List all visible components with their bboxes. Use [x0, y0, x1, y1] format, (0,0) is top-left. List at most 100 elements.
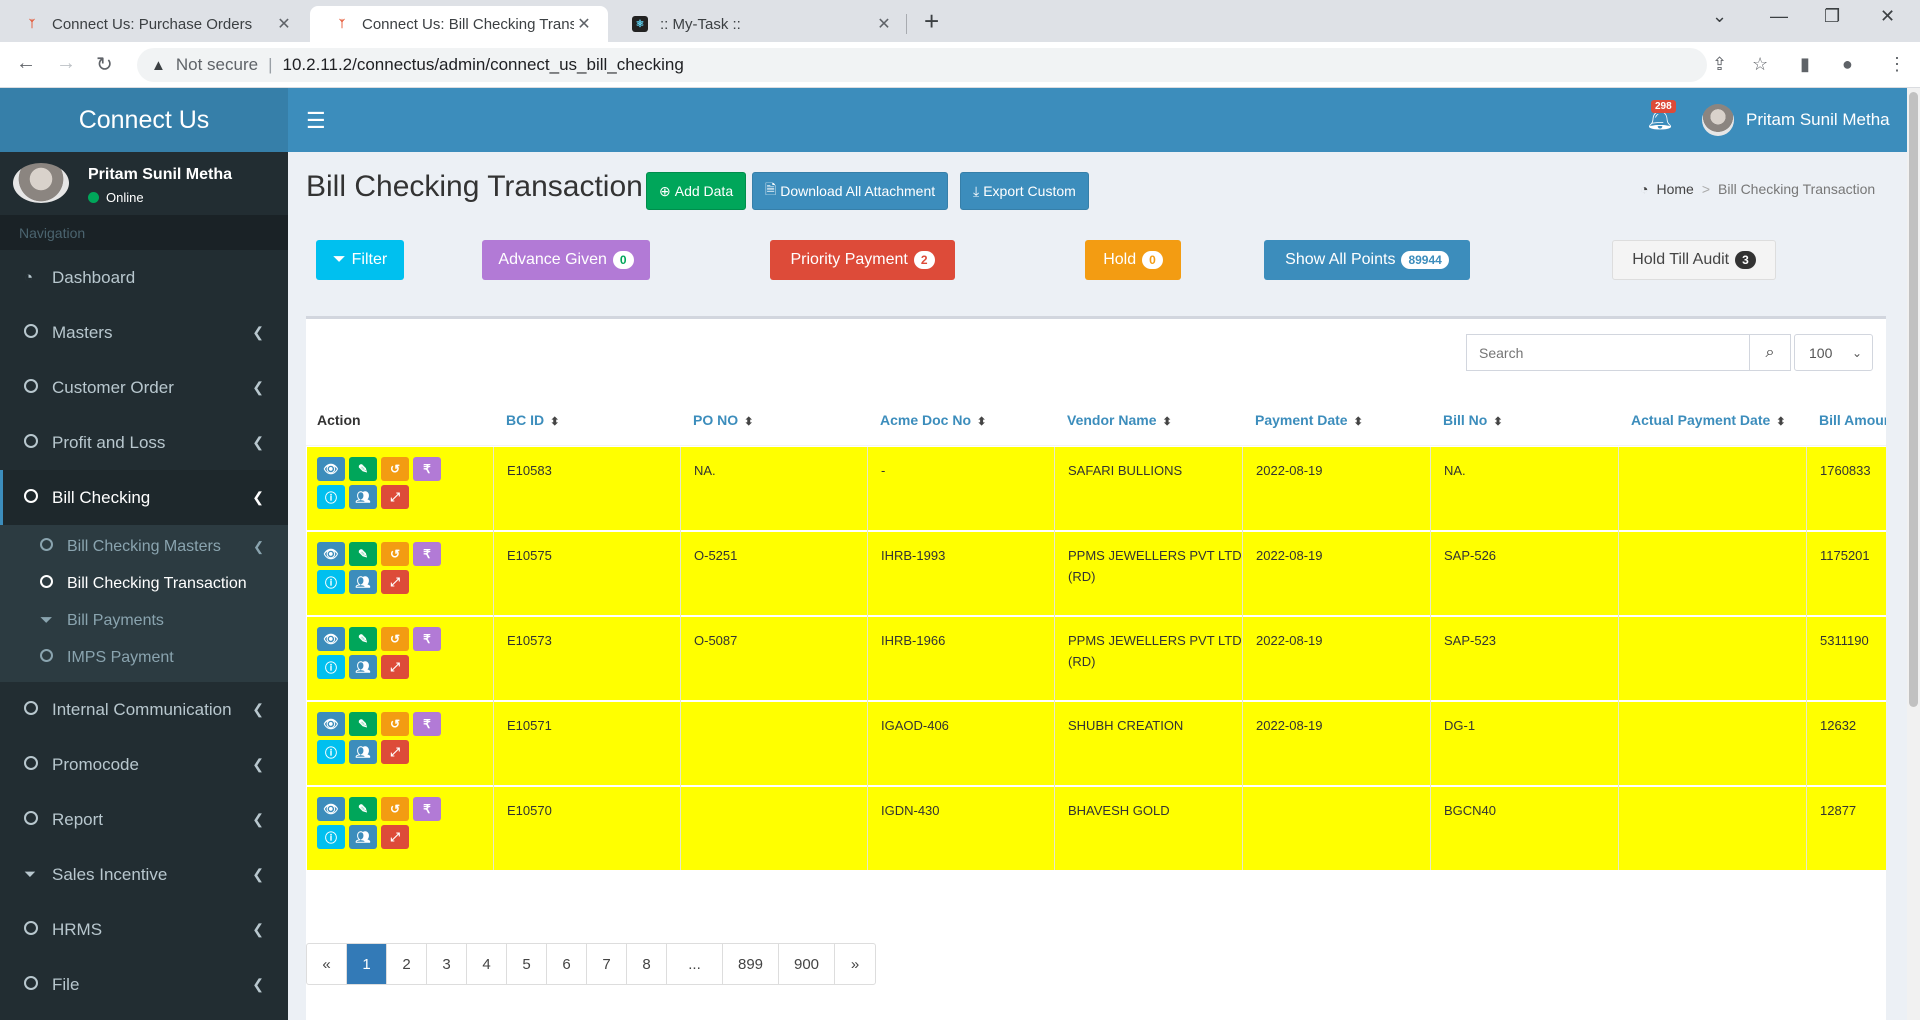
- forward-icon[interactable]: →: [56, 52, 76, 75]
- rupee-icon[interactable]: ₹: [413, 797, 441, 821]
- column-header-bc-id[interactable]: BC ID ⬍: [506, 412, 559, 428]
- sidebar-item-sales-incentive[interactable]: ⏷ Sales Incentive ❮: [0, 847, 288, 902]
- rupee-icon[interactable]: ₹: [413, 627, 441, 651]
- sidebar-item-hrms[interactable]: HRMS ❮: [0, 902, 288, 957]
- close-tab-icon[interactable]: ✕: [274, 14, 294, 34]
- bookmark-star-icon[interactable]: ☆: [1752, 54, 1768, 75]
- pagination-page[interactable]: 1: [347, 944, 387, 984]
- priority-payment-button[interactable]: Priority Payment 2: [770, 240, 955, 280]
- history-icon[interactable]: ↺: [381, 457, 409, 481]
- pagination-page[interactable]: 4: [467, 944, 507, 984]
- add-data-button[interactable]: ⊕ Add Data: [646, 172, 747, 210]
- sidebar-item-internal-communication[interactable]: Internal Communication ❮: [0, 682, 288, 737]
- edit-icon[interactable]: ✎: [349, 797, 377, 821]
- expand-icon[interactable]: ⤢: [381, 485, 409, 509]
- users-icon[interactable]: 👥︎: [349, 740, 377, 764]
- sidebar-subitem-bill-payments[interactable]: ⏷ Bill Payments: [0, 602, 288, 639]
- pagination-page[interactable]: 6: [547, 944, 587, 984]
- url-text[interactable]: 10.2.11.2/connectus/admin/connect_us_bil…: [282, 55, 683, 75]
- breadcrumb-home[interactable]: Home: [1656, 181, 1693, 197]
- expand-icon[interactable]: ⤢: [381, 740, 409, 764]
- info-icon[interactable]: ⓘ: [317, 825, 345, 849]
- search-input[interactable]: [1467, 335, 1749, 370]
- pagination-page[interactable]: 5: [507, 944, 547, 984]
- maximize-icon[interactable]: ❐: [1824, 6, 1840, 27]
- edit-icon[interactable]: ✎: [349, 457, 377, 481]
- tab-search-icon[interactable]: ⌄: [1712, 6, 1727, 27]
- info-icon[interactable]: ⓘ: [317, 485, 345, 509]
- sidebar-subitem-bill-checking-masters[interactable]: Bill Checking Masters ❮: [0, 528, 288, 565]
- rupee-icon[interactable]: ₹: [413, 457, 441, 481]
- info-icon[interactable]: ⓘ: [317, 570, 345, 594]
- sidebar-subitem-bill-checking-transaction[interactable]: Bill Checking Transaction: [0, 565, 288, 602]
- users-icon[interactable]: 👥︎: [349, 655, 377, 679]
- column-header-acme-doc-no[interactable]: Acme Doc No ⬍: [880, 412, 986, 428]
- profile-icon[interactable]: ●: [1842, 54, 1853, 75]
- pagination-page[interactable]: 3: [427, 944, 467, 984]
- share-icon[interactable]: ⇪: [1712, 54, 1727, 75]
- view-icon[interactable]: 👁︎: [317, 627, 345, 651]
- filter-button[interactable]: ⏷ Filter: [316, 240, 404, 280]
- side-panel-icon[interactable]: ▮: [1800, 54, 1810, 75]
- column-header-po-no[interactable]: PO NO ⬍: [693, 412, 753, 428]
- edit-icon[interactable]: ✎: [349, 627, 377, 651]
- sidebar-subitem-imps-payment[interactable]: IMPS Payment: [0, 639, 288, 676]
- browser-tab-bill-checking[interactable]: ᛉ Connect Us: Bill Checking Transac ✕: [310, 6, 608, 42]
- expand-icon[interactable]: ⤢: [381, 570, 409, 594]
- rupee-icon[interactable]: ₹: [413, 712, 441, 736]
- users-icon[interactable]: 👥︎: [349, 825, 377, 849]
- search-button[interactable]: ⌕: [1749, 335, 1790, 370]
- column-header-payment-date[interactable]: Payment Date ⬍: [1255, 412, 1363, 428]
- edit-icon[interactable]: ✎: [349, 712, 377, 736]
- history-icon[interactable]: ↺: [381, 712, 409, 736]
- sidebar-item-report[interactable]: Report ❮: [0, 792, 288, 847]
- export-custom-button[interactable]: ⤓ Export Custom: [960, 172, 1089, 210]
- pagination-page[interactable]: 7: [587, 944, 627, 984]
- history-icon[interactable]: ↺: [381, 542, 409, 566]
- sidebar-item-masters[interactable]: Masters ❮: [0, 305, 288, 360]
- reload-icon[interactable]: ↻: [96, 52, 113, 77]
- scrollbar-thumb[interactable]: [1909, 92, 1918, 707]
- sidebar-item-profit-and-loss[interactable]: Profit and Loss ❮: [0, 415, 288, 470]
- url-omnibox[interactable]: ▲ Not secure | 10.2.11.2/connectus/admin…: [137, 48, 1707, 82]
- browser-tab-my-task[interactable]: ⚛ :: My-Task :: ✕: [608, 6, 908, 42]
- advance-given-button[interactable]: Advance Given 0: [482, 240, 650, 280]
- minimize-icon[interactable]: —: [1770, 6, 1788, 27]
- pagination-page[interactable]: 899: [723, 944, 779, 984]
- new-tab-icon[interactable]: +: [924, 8, 939, 34]
- hamburger-menu-icon[interactable]: ☰: [306, 108, 326, 134]
- info-icon[interactable]: ⓘ: [317, 740, 345, 764]
- header-user-name[interactable]: Pritam Sunil Metha: [1746, 110, 1890, 130]
- pagination-page[interactable]: 900: [779, 944, 835, 984]
- expand-icon[interactable]: ⤢: [381, 655, 409, 679]
- info-icon[interactable]: ⓘ: [317, 655, 345, 679]
- pagination-prev[interactable]: «: [307, 944, 347, 984]
- browser-menu-icon[interactable]: ⋮: [1888, 54, 1906, 75]
- pagination-ellipsis[interactable]: ...: [667, 944, 723, 984]
- expand-icon[interactable]: ⤢: [381, 825, 409, 849]
- edit-icon[interactable]: ✎: [349, 542, 377, 566]
- show-all-points-button[interactable]: Show All Points 89944: [1264, 240, 1470, 280]
- view-icon[interactable]: 👁︎: [317, 712, 345, 736]
- column-header-actual-payment-date[interactable]: Actual Payment Date ⬍: [1631, 412, 1786, 428]
- view-icon[interactable]: 👁︎: [317, 457, 345, 481]
- pagination-page[interactable]: 2: [387, 944, 427, 984]
- users-icon[interactable]: 👥︎: [349, 570, 377, 594]
- column-header-bill-amount[interactable]: Bill Amour: [1819, 412, 1886, 428]
- pagination-page[interactable]: 8: [627, 944, 667, 984]
- sidebar-item-bill-checking[interactable]: Bill Checking ❮: [0, 470, 288, 525]
- close-tab-icon[interactable]: ✕: [874, 14, 894, 34]
- avatar[interactable]: [1702, 104, 1734, 136]
- close-tab-icon[interactable]: ✕: [574, 14, 594, 34]
- sidebar-item-promocode[interactable]: Promocode ❮: [0, 737, 288, 792]
- hold-till-audit-button[interactable]: Hold Till Audit 3: [1612, 240, 1776, 280]
- history-icon[interactable]: ↺: [381, 797, 409, 821]
- view-icon[interactable]: 👁︎: [317, 797, 345, 821]
- view-icon[interactable]: 👁︎: [317, 542, 345, 566]
- column-header-vendor-name[interactable]: Vendor Name ⬍: [1067, 412, 1172, 428]
- history-icon[interactable]: ↺: [381, 627, 409, 651]
- sidebar-item-customer-order[interactable]: Customer Order ❮: [0, 360, 288, 415]
- sidebar-item-dashboard[interactable]: ◔ Dashboard: [0, 250, 288, 305]
- pagination-next[interactable]: »: [835, 944, 875, 984]
- brand-logo[interactable]: Connect Us: [0, 88, 288, 152]
